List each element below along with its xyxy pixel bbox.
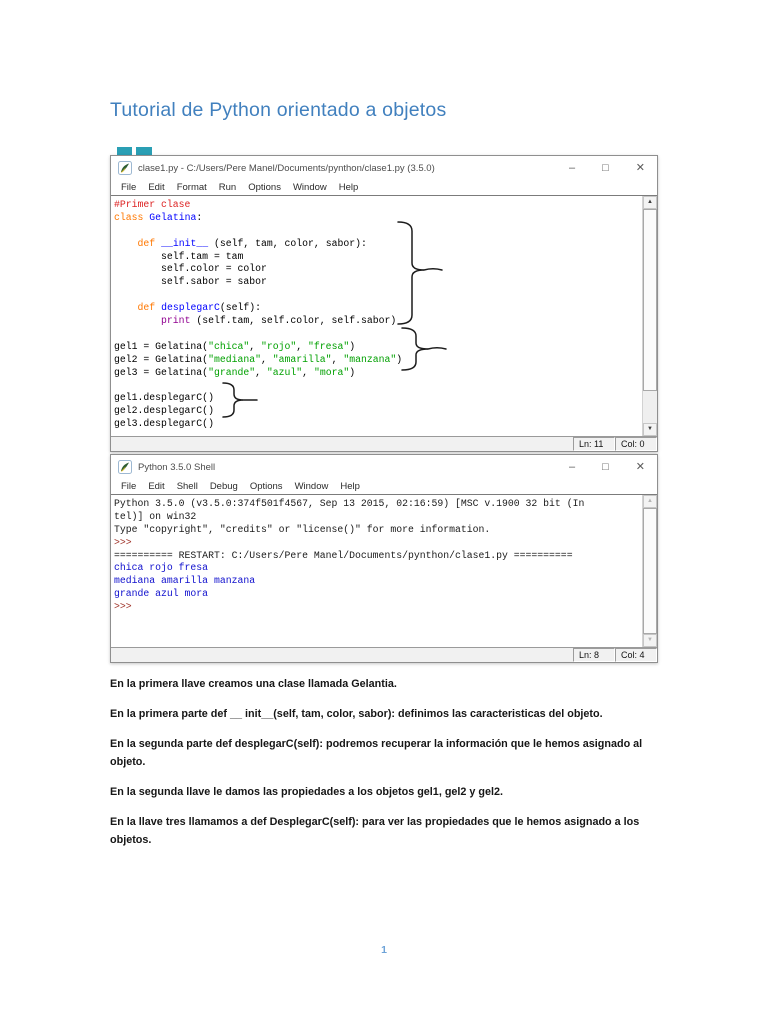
menu-item-help[interactable]: Help (334, 481, 366, 492)
scroll-up-icon[interactable]: ▲ (643, 495, 657, 508)
minimize-icon[interactable]: – (569, 461, 575, 473)
code-line: mediana amarilla manzana (114, 575, 256, 587)
scroll-down-icon[interactable]: ▼ (643, 423, 657, 436)
explanation-paragraph: En la primera parte def __ init__(self, … (110, 708, 603, 720)
background-artifact (117, 147, 132, 155)
editor-content: #Primer clase class Gelatina: def __init_… (111, 195, 657, 436)
menu-item-window[interactable]: Window (287, 182, 333, 193)
editor-scroll-thumb[interactable] (643, 209, 657, 391)
explanation-paragraph: En la segunda llave le damos las propied… (110, 786, 504, 798)
background-artifact (136, 147, 152, 155)
explanation-paragraph: En la primera llave creamos una clase ll… (110, 678, 397, 690)
shell-statusbar: Ln: 8 Col: 4 (111, 647, 657, 662)
code-line: self.sabor = sabor (114, 276, 267, 288)
shell-menubar: File Edit Shell Debug Options Window Help (111, 479, 657, 494)
shell-window-title: Python 3.5.0 Shell (138, 461, 216, 473)
explanation-section: En la primera llave creamos una clase ll… (110, 675, 662, 861)
code-line: self.tam = tam (114, 250, 244, 262)
maximize-icon[interactable]: □ (602, 461, 609, 473)
shell-content: Python 3.5.0 (v3.5.0:374f501f4567, Sep 1… (111, 494, 657, 647)
menu-item-help[interactable]: Help (333, 182, 365, 193)
code-line: Type "copyright", "credits" or "license(… (114, 523, 491, 535)
menu-item-window[interactable]: Window (289, 481, 335, 492)
code-line: #Primer clase (114, 199, 191, 210)
maximize-icon[interactable]: □ (602, 162, 609, 174)
python-idle-icon (118, 460, 132, 474)
editor-scrollbar[interactable]: ▲ ▼ (642, 196, 657, 436)
code-line: gel3 = Gelatina("grande", "azul", "mora"… (114, 366, 356, 378)
code-line: class Gelatina: (114, 211, 203, 223)
page-title: Tutorial de Python orientado a objetos (110, 99, 447, 121)
code-line: tel)] on win32 (114, 510, 197, 522)
code-line: def __init__ (self, tam, color, sabor): (137, 237, 367, 249)
column-indicator: Col: 4 (615, 648, 657, 662)
code-line: Python 3.5.0 (v3.5.0:374f501f4567, Sep 1… (114, 498, 585, 509)
editor-statusbar: Ln: 11 Col: 0 (111, 436, 657, 451)
code-line: gel2.desplegarC() (114, 405, 214, 417)
code-line: grande azul mora (114, 588, 209, 600)
shell-titlebar[interactable]: Python 3.5.0 Shell – □ ✕ (111, 455, 657, 479)
menu-item-options[interactable]: Options (242, 182, 287, 193)
line-indicator: Ln: 11 (573, 437, 615, 451)
scroll-up-icon[interactable]: ▲ (643, 196, 657, 209)
column-indicator: Col: 0 (615, 437, 657, 451)
menu-item-run[interactable]: Run (213, 182, 242, 193)
editor-menubar: File Edit Format Run Options Window Help (111, 180, 657, 195)
page-number: 1 (381, 944, 387, 956)
code-line: print (self.tam, self.color, self.sabor) (161, 315, 397, 327)
minimize-icon[interactable]: – (569, 162, 575, 174)
explanation-paragraph: En la llave tres llamamos a def Desplega… (110, 816, 640, 846)
code-line: >>> (114, 536, 138, 548)
menu-item-shell[interactable]: Shell (171, 481, 204, 492)
menu-item-format[interactable]: Format (171, 182, 213, 193)
editor-titlebar[interactable]: clase1.py - C:/Users/Pere Manel/Document… (111, 156, 657, 180)
code-line: chica rojo fresa (114, 562, 209, 574)
menu-item-options[interactable]: Options (244, 481, 289, 492)
python-idle-icon (118, 161, 132, 175)
code-line: gel3.desplegarC() (114, 418, 214, 430)
menu-item-debug[interactable]: Debug (204, 481, 244, 492)
code-line: gel2 = Gelatina("mediana", "amarilla", "… (114, 353, 403, 365)
menu-item-edit[interactable]: Edit (142, 481, 170, 492)
menu-item-edit[interactable]: Edit (142, 182, 170, 193)
explanation-paragraph: En la segunda parte def desplegarC(self)… (110, 738, 643, 768)
editor-window-title: clase1.py - C:/Users/Pere Manel/Document… (138, 162, 435, 174)
close-icon[interactable]: ✕ (636, 162, 645, 174)
line-indicator: Ln: 8 (573, 648, 615, 662)
python-shell-window: Python 3.5.0 Shell – □ ✕ File Edit Shell De… (110, 454, 658, 663)
code-line: gel1.desplegarC() (114, 392, 214, 404)
code-editor[interactable]: #Primer clase class Gelatina: def __init_… (111, 196, 642, 436)
menu-item-file[interactable]: File (115, 182, 142, 193)
idle-editor-window: clase1.py - C:/Users/Pere Manel/Document… (110, 155, 658, 452)
scroll-down-icon[interactable]: ▼ (643, 634, 657, 647)
code-line: gel1 = Gelatina("chica", "rojo", "fresa"… (114, 340, 356, 352)
close-icon[interactable]: ✕ (636, 461, 645, 473)
code-line: >>> (114, 601, 138, 613)
code-line: def desplegarC(self): (137, 302, 262, 314)
code-line: ========== RESTART: C:/Users/Pere Manel/… (114, 549, 573, 561)
menu-item-file[interactable]: File (115, 481, 142, 492)
shell-scrollbar[interactable]: ▲ ▼ (642, 495, 657, 647)
shell-console[interactable]: Python 3.5.0 (v3.5.0:374f501f4567, Sep 1… (111, 495, 642, 647)
shell-scroll-thumb[interactable] (643, 508, 657, 634)
code-line: self.color = color (114, 263, 267, 275)
